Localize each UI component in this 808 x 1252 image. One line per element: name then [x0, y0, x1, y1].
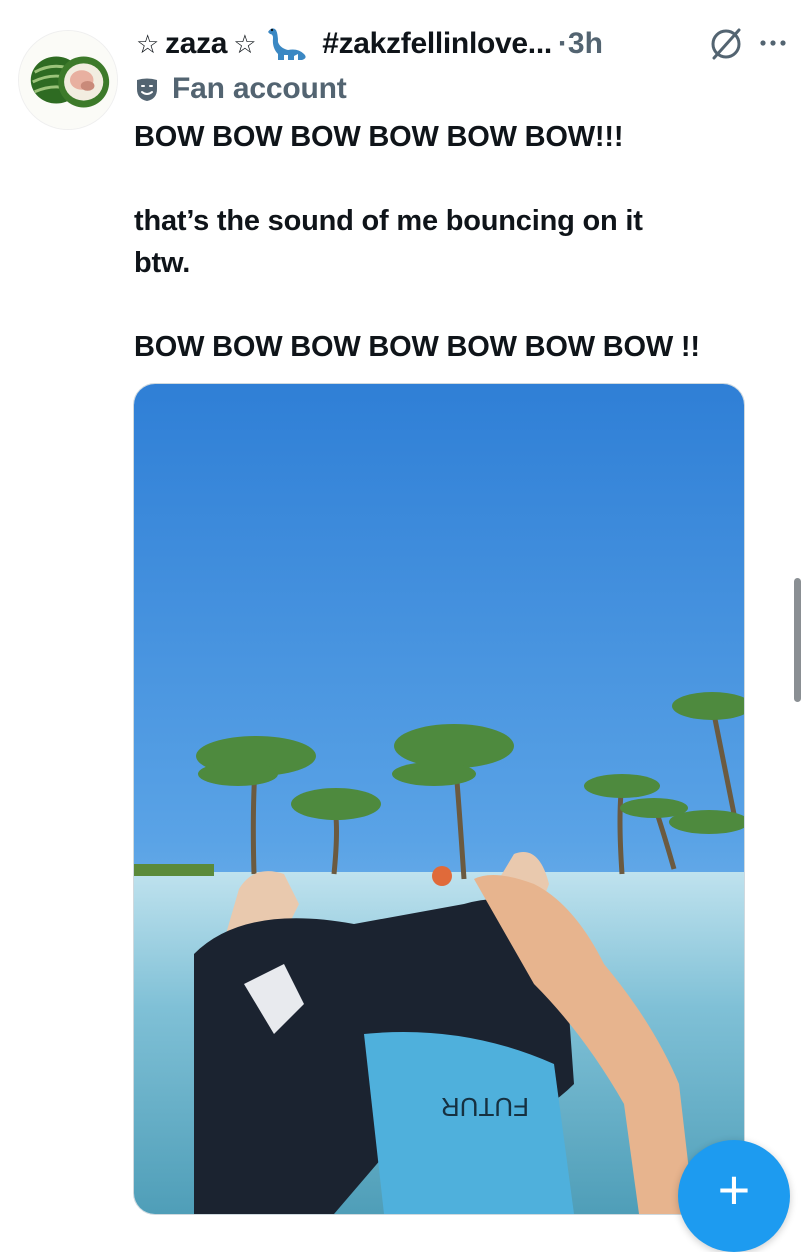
post-text-line: that’s the sound of me bouncing on it	[134, 205, 643, 237]
post-text-line: btw.	[134, 247, 191, 279]
grok-icon[interactable]	[706, 24, 746, 64]
post-media-image[interactable]: FUTUR	[133, 383, 745, 1215]
hashtag-link[interactable]: #zakzfellinlove...	[322, 27, 552, 61]
post-text: BOW BOW BOW BOW BOW BOW!!! that’s the so…	[134, 116, 784, 368]
account-label-row: Fan account	[134, 70, 347, 108]
star-right: ☆	[233, 28, 257, 59]
compose-button[interactable]: +	[678, 1140, 790, 1252]
avatar[interactable]	[18, 30, 118, 130]
more-options-icon[interactable]	[756, 26, 790, 60]
post-text-line: BOW BOW BOW BOW BOW BOW BOW !!	[134, 331, 700, 363]
watermelon-avatar-icon	[19, 31, 117, 129]
display-name[interactable]: ☆ zaza ☆	[134, 24, 310, 64]
star-left: ☆	[136, 28, 160, 59]
post-time[interactable]: ·3h	[558, 27, 603, 61]
plus-icon: +	[717, 1158, 751, 1221]
account-label: Fan account	[172, 72, 347, 105]
post-header: ☆ zaza ☆ #zakzfellinlove... ·3h	[134, 22, 794, 66]
sauropod-emoji-icon	[264, 24, 310, 64]
theater-mask-icon	[134, 76, 160, 102]
scrollbar[interactable]	[794, 578, 801, 702]
display-name-text: zaza	[165, 27, 228, 60]
shorts-print-text: FUTUR	[441, 1092, 529, 1122]
post-text-line: BOW BOW BOW BOW BOW BOW!!!	[134, 121, 624, 153]
